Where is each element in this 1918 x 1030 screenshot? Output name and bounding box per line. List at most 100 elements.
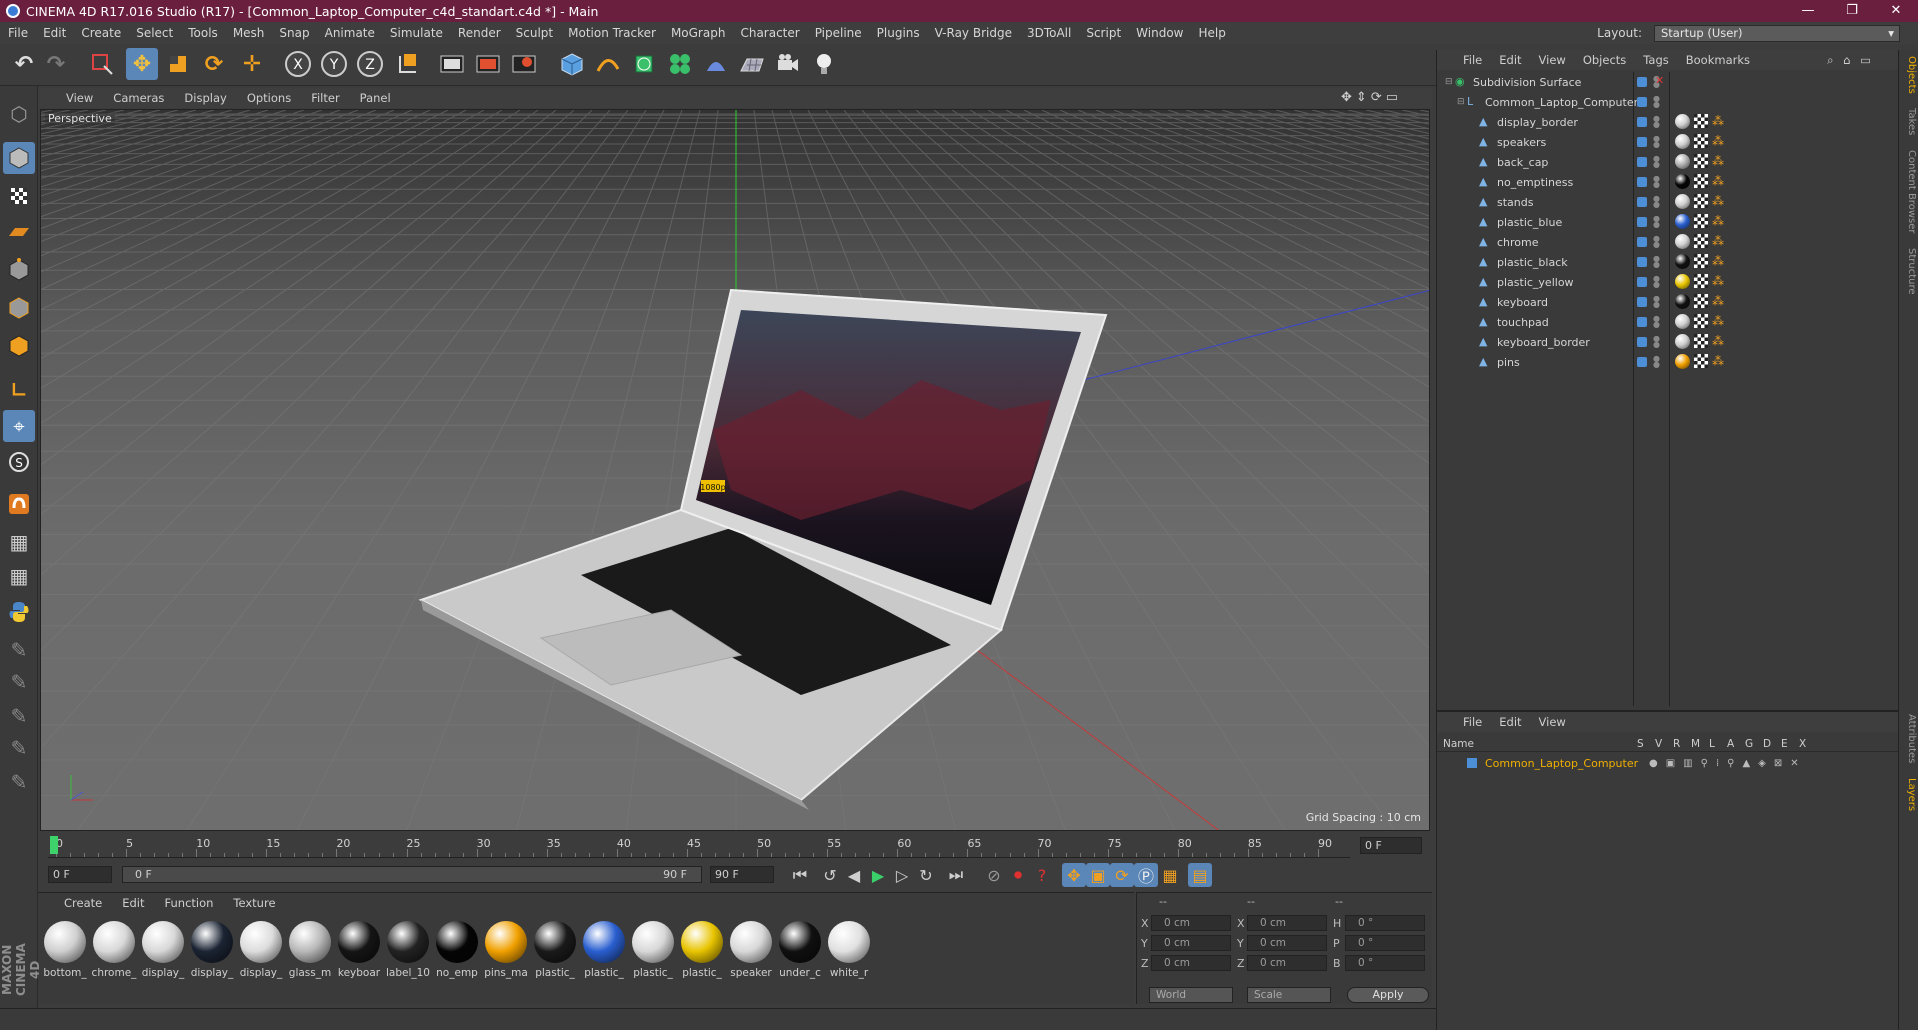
next-key-icon[interactable]: ↻ bbox=[914, 863, 938, 887]
material-tag-icon[interactable] bbox=[1675, 354, 1690, 369]
timeline-cursor[interactable] bbox=[50, 836, 58, 854]
phong-tag-icon[interactable]: ⁂ bbox=[1712, 334, 1724, 348]
uvw-tag-icon[interactable] bbox=[1694, 114, 1708, 128]
make-editable-icon[interactable]: ⬡ bbox=[3, 98, 35, 130]
menu-3dtoall[interactable]: 3DToAll bbox=[1027, 26, 1071, 40]
material-swatch[interactable]: bottom_ bbox=[42, 921, 88, 981]
material-swatch[interactable]: pins_ma bbox=[483, 921, 529, 981]
material-swatch[interactable]: plastic_ bbox=[581, 921, 627, 981]
visibility-dots-icon[interactable]: ● ● bbox=[1653, 295, 1660, 309]
brush-tool-3-icon[interactable]: ✎ bbox=[3, 700, 35, 732]
visibility-dots-icon[interactable]: ● ● bbox=[1653, 215, 1660, 229]
object-row[interactable]: ▲ touchpad ● ● ⁂ bbox=[1437, 312, 1899, 332]
objects-menu-edit[interactable]: Edit bbox=[1499, 53, 1521, 67]
material-menu-function[interactable]: Function bbox=[165, 896, 214, 910]
minimize-button[interactable]: — bbox=[1786, 0, 1830, 22]
menu-edit[interactable]: Edit bbox=[43, 26, 66, 40]
uvw-tag-icon[interactable] bbox=[1694, 134, 1708, 148]
record-keys-icon[interactable]: ⊘ bbox=[982, 863, 1006, 887]
material-menu-edit[interactable]: Edit bbox=[122, 896, 144, 910]
search-icon[interactable]: ⌕ ⌂ ▭ bbox=[1827, 53, 1874, 68]
subdivision-surface-icon[interactable] bbox=[628, 48, 660, 80]
material-swatch[interactable]: display_ bbox=[238, 921, 284, 981]
object-list[interactable]: ⊟ ◉ Subdivision Surface ● ● ✕ ⊟ Ⅼ Common_Laptop_… bbox=[1437, 72, 1899, 706]
magnet-icon[interactable] bbox=[3, 488, 35, 520]
key-pla-icon[interactable]: ▦ bbox=[1158, 863, 1182, 887]
layer-swatch[interactable] bbox=[1637, 157, 1647, 167]
end-frame-field[interactable]: 90 F bbox=[710, 866, 774, 883]
timeline-window-icon[interactable]: ▤ bbox=[1188, 863, 1212, 887]
material-menu-texture[interactable]: Texture bbox=[233, 896, 275, 910]
axis-mode-icon[interactable]: ∟ bbox=[3, 374, 35, 406]
phong-tag-icon[interactable]: ⁂ bbox=[1712, 294, 1724, 308]
material-swatch[interactable]: plastic_ bbox=[532, 921, 578, 981]
pos-z-field[interactable]: 0 cm bbox=[1151, 955, 1231, 971]
render-view-icon[interactable] bbox=[436, 48, 468, 80]
menu-window[interactable]: Window bbox=[1136, 26, 1183, 40]
cloner-icon[interactable] bbox=[664, 48, 696, 80]
material-tag-icon[interactable] bbox=[1675, 214, 1690, 229]
size-y-field[interactable]: 0 cm bbox=[1247, 935, 1327, 951]
material-swatch[interactable]: plastic_ bbox=[630, 921, 676, 981]
object-row[interactable]: ▲ pins ● ● ⁂ bbox=[1437, 352, 1899, 372]
keyframe-selection-icon[interactable]: ? bbox=[1030, 863, 1054, 887]
move-tool-icon[interactable]: ✥ bbox=[126, 48, 158, 80]
z-axis-lock-icon[interactable]: Z bbox=[354, 48, 386, 80]
layer-swatch[interactable] bbox=[1637, 317, 1647, 327]
scale-tool-icon[interactable] bbox=[162, 48, 194, 80]
expand-toggle-icon[interactable]: ⊟ bbox=[1445, 77, 1455, 87]
layers-menu-file[interactable]: File bbox=[1463, 715, 1482, 729]
rot-b-field[interactable]: 0 ° bbox=[1345, 955, 1425, 971]
objects-menu-bookmarks[interactable]: Bookmarks bbox=[1686, 53, 1750, 67]
key-rotation-icon[interactable]: ⟳ bbox=[1110, 863, 1134, 887]
redo-icon[interactable]: ↷ bbox=[40, 48, 72, 80]
uvw-tag-icon[interactable] bbox=[1694, 154, 1708, 168]
viewport-menu-options[interactable]: Options bbox=[247, 91, 291, 105]
phong-tag-icon[interactable]: ⁂ bbox=[1712, 134, 1724, 148]
viewport-menu-cameras[interactable]: Cameras bbox=[113, 91, 164, 105]
current-frame-field[interactable]: 0 F bbox=[1360, 837, 1422, 854]
uvw-tag-icon[interactable] bbox=[1694, 254, 1708, 268]
side-tab-content-browser[interactable]: Content Browser bbox=[1901, 150, 1917, 233]
pos-y-field[interactable]: 0 cm bbox=[1151, 935, 1231, 951]
menu-file[interactable]: File bbox=[8, 26, 28, 40]
menu-tools[interactable]: Tools bbox=[188, 26, 218, 40]
polygons-mode-icon[interactable] bbox=[3, 330, 35, 362]
expand-toggle-icon[interactable]: ⊟ bbox=[1457, 97, 1467, 107]
material-tag-icon[interactable] bbox=[1675, 334, 1690, 349]
menu-animate[interactable]: Animate bbox=[325, 26, 375, 40]
previous-frame-icon[interactable]: ◀ bbox=[842, 863, 866, 887]
material-swatch[interactable]: plastic_ bbox=[679, 921, 725, 981]
disabled-x-icon[interactable]: ✕ bbox=[1655, 74, 1664, 87]
object-row[interactable]: ▲ plastic_yellow ● ● ⁂ bbox=[1437, 272, 1899, 292]
coordinate-system-icon[interactable] bbox=[392, 48, 424, 80]
key-scale-icon[interactable]: ▣ bbox=[1086, 863, 1110, 887]
phong-tag-icon[interactable]: ⁂ bbox=[1712, 114, 1724, 128]
timeline[interactable]: 0 5 10 15 20 25 30 35 40 45 50 55 60 65 70 75 80 85 90 0 F bbox=[38, 834, 1432, 858]
layer-swatch[interactable] bbox=[1637, 117, 1647, 127]
menu-help[interactable]: Help bbox=[1198, 26, 1225, 40]
brush-tool-4-icon[interactable]: ✎ bbox=[3, 732, 35, 764]
auto-keying-icon[interactable]: ⏺ bbox=[1006, 863, 1030, 887]
uvw-tag-icon[interactable] bbox=[1694, 294, 1708, 308]
menu-select[interactable]: Select bbox=[136, 26, 173, 40]
layers-menu-edit[interactable]: Edit bbox=[1499, 715, 1521, 729]
close-button[interactable]: ✕ bbox=[1874, 0, 1918, 22]
uvw-tag-icon[interactable] bbox=[1694, 214, 1708, 228]
material-swatch[interactable]: display_ bbox=[140, 921, 186, 981]
material-swatch[interactable]: keyboar bbox=[336, 921, 382, 981]
material-swatch[interactable]: white_r bbox=[826, 921, 872, 981]
python-icon[interactable] bbox=[3, 596, 35, 628]
material-tag-icon[interactable] bbox=[1675, 134, 1690, 149]
phong-tag-icon[interactable]: ⁂ bbox=[1712, 274, 1724, 288]
size-mode-dropdown[interactable]: Scale bbox=[1247, 987, 1331, 1003]
uvw-tag-icon[interactable] bbox=[1694, 274, 1708, 288]
coordinate-mode-dropdown[interactable]: World bbox=[1149, 987, 1233, 1003]
phong-tag-icon[interactable]: ⁂ bbox=[1712, 154, 1724, 168]
visibility-dots-icon[interactable]: ● ● bbox=[1653, 335, 1660, 349]
object-row[interactable]: ⊟ ◉ Subdivision Surface ● ● ✕ bbox=[1437, 72, 1899, 92]
workplane-lock-icon[interactable]: ▦ bbox=[3, 526, 35, 558]
rot-p-field[interactable]: 0 ° bbox=[1345, 935, 1425, 951]
menu-simulate[interactable]: Simulate bbox=[390, 26, 443, 40]
menu-vray-bridge[interactable]: V-Ray Bridge bbox=[935, 26, 1012, 40]
